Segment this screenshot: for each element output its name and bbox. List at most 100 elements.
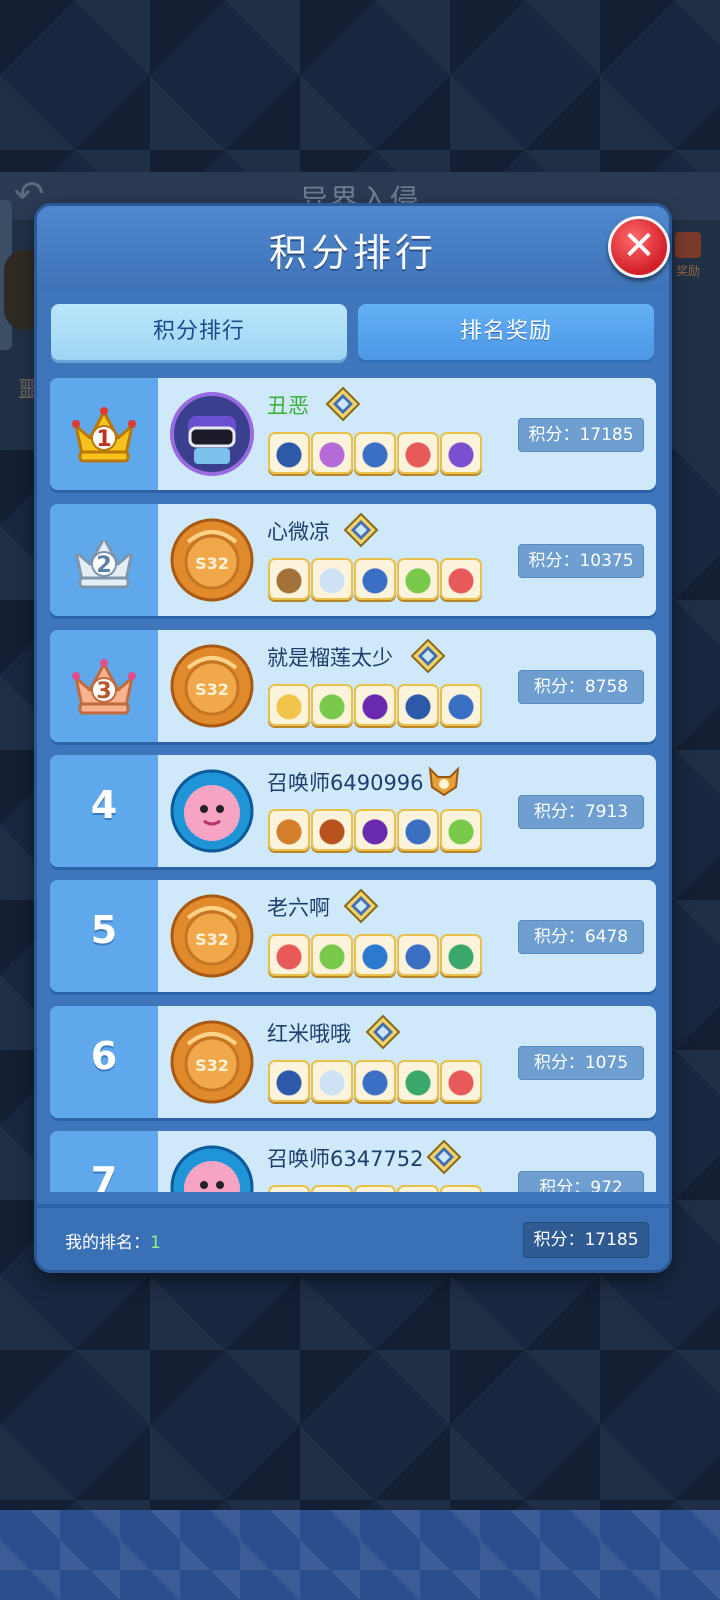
svg-text:S32: S32 (195, 1056, 229, 1075)
player-name: 心微凉 (267, 520, 330, 544)
close-button[interactable]: ✕ (608, 216, 670, 278)
heal-skill-icon[interactable] (311, 684, 353, 726)
ranking-row[interactable]: 6 S32 红米哦哦 积分：1075 (50, 1006, 656, 1118)
rank-cell: 4 (50, 755, 158, 867)
my-rank-label: 我的排名： (65, 1233, 150, 1253)
totem-skill-icon[interactable] (311, 809, 353, 851)
heal-skill-icon[interactable] (311, 934, 353, 976)
player-score: 积分：10375 (518, 544, 644, 578)
bronze-crown-icon: 3 (72, 659, 136, 715)
orb-skill-icon[interactable] (311, 1060, 353, 1102)
tab-score-ranking[interactable]: 积分排行 (51, 304, 347, 360)
rank-number: 1 (96, 427, 111, 452)
ranking-row[interactable]: 4 召唤师6490996 积分：7913 (50, 755, 656, 867)
snowflake-skill-icon[interactable] (397, 1060, 439, 1102)
player-score: 积分：8758 (518, 670, 644, 704)
player-name: 召唤师6490996 (267, 771, 424, 795)
magic-hat-skill-icon[interactable] (440, 432, 482, 474)
hat-skill-icon[interactable] (440, 1185, 482, 1192)
witch-skill-icon[interactable] (268, 1185, 310, 1192)
s32-medal-icon: S32 (170, 894, 254, 978)
witch-skill-icon[interactable] (311, 432, 353, 474)
snowflake-skill-icon[interactable] (440, 934, 482, 976)
player-score: 积分：6478 (518, 920, 644, 954)
ranking-row[interactable]: 1 丑恶积分：17185 (50, 378, 656, 490)
s32-medal-icon: S32 (170, 1020, 254, 1104)
ranking-row[interactable]: 3 S32 就是榴莲太少 积分：8758 (50, 630, 656, 742)
svg-text:S32: S32 (195, 930, 229, 949)
player-name: 老六啊 (267, 896, 330, 920)
diamond-badge-icon (343, 888, 379, 924)
gold-crown-icon: 1 (72, 407, 136, 463)
s32-medal-icon: S32 (170, 518, 254, 602)
ram-skill-icon[interactable] (268, 432, 310, 474)
svg-text:S32: S32 (195, 680, 229, 699)
crown-skill-icon[interactable] (311, 1185, 353, 1192)
hat-skill-icon[interactable] (397, 432, 439, 474)
visor-robot-icon (170, 392, 254, 476)
silver-crown-icon: 2 (72, 533, 136, 589)
background-reward-label: 奖励 (675, 264, 700, 278)
heal-skill-icon[interactable] (397, 558, 439, 600)
rank-number: 5 (90, 908, 118, 952)
rank-cell: 6 (50, 1006, 158, 1118)
diamond-badge-icon (426, 1139, 462, 1175)
ranking-row[interactable]: 7 召唤师6347752 积分：972 (50, 1131, 656, 1192)
rank-cell: 5 (50, 880, 158, 992)
frost-skill-icon[interactable] (311, 558, 353, 600)
s32-medal-icon: S32 (170, 644, 254, 728)
figure-skill-icon[interactable] (354, 432, 396, 474)
wave-skill-icon[interactable] (397, 684, 439, 726)
rank-cell: 3 (50, 630, 158, 742)
player-score: 积分：972 (518, 1171, 644, 1192)
rank-cell: 7 (50, 1131, 158, 1192)
heal-skill-icon[interactable] (397, 1185, 439, 1192)
svg-text:S32: S32 (195, 554, 229, 573)
slash-skill-icon[interactable] (354, 1185, 396, 1192)
figure-skill-icon[interactable] (397, 934, 439, 976)
modal-body: 积分排行 排名奖励 1 丑恶积分：17185 2 S32 心微凉积分：10375 3 S32… (37, 290, 669, 1270)
player-name: 丑恶 (267, 394, 309, 418)
ranking-row[interactable]: 2 S32 心微凉积分：10375 (50, 504, 656, 616)
statue-skill-icon[interactable] (268, 1060, 310, 1102)
figure-skill-icon[interactable] (440, 684, 482, 726)
bird-skill-icon[interactable] (354, 934, 396, 976)
modal-title: 积分排行 (268, 231, 437, 275)
background-reward-button: 奖励 (666, 232, 710, 288)
tab-rank-rewards[interactable]: 排名奖励 (358, 304, 654, 360)
rank-number: 4 (90, 783, 118, 827)
player-name: 红米哦哦 (267, 1022, 351, 1046)
figure-skill-icon[interactable] (354, 558, 396, 600)
heal-skill-icon[interactable] (440, 809, 482, 851)
rank-number: 6 (90, 1034, 118, 1078)
ranking-row[interactable]: 5 S32 老六啊积分：6478 (50, 880, 656, 992)
pink-blob-icon (170, 769, 254, 853)
my-rank: 我的排名：1 (65, 1228, 161, 1253)
slash-skill-icon[interactable] (354, 809, 396, 851)
diamond-badge-icon (365, 1014, 401, 1050)
diamond-badge-icon (343, 512, 379, 548)
rank-cell: 2 (50, 504, 158, 616)
player-score: 积分：7913 (518, 795, 644, 829)
reward-icon (675, 232, 701, 258)
rank-number: 7 (90, 1159, 118, 1192)
my-rank-value: 1 (150, 1233, 161, 1253)
rank-cell: 1 (50, 378, 158, 490)
crown-skill-icon[interactable] (268, 684, 310, 726)
figure-skill-icon[interactable] (354, 1060, 396, 1102)
potion-skill-icon[interactable] (268, 809, 310, 851)
tab-bar: 积分排行 排名奖励 (51, 304, 655, 362)
rank-number: 2 (96, 553, 111, 578)
hat-skill-icon[interactable] (440, 558, 482, 600)
hat-skill-icon[interactable] (268, 934, 310, 976)
player-score: 积分：17185 (518, 418, 644, 452)
ranking-modal: 积分排行 积分排行 排名奖励 1 丑恶积分：17185 2 S32 心微凉积分：1037… (37, 206, 669, 1270)
modal-header: 积分排行 (37, 206, 669, 290)
ranking-list[interactable]: 1 丑恶 积分：17185 2 S32 心微凉 积分：10375 3 S32 就是榴莲太少 积分：8… (50, 378, 656, 1192)
fox-badge-icon (428, 766, 460, 797)
diamond-badge-icon (325, 386, 361, 422)
figure-skill-icon[interactable] (397, 809, 439, 851)
slash-skill-icon[interactable] (354, 684, 396, 726)
bear-skill-icon[interactable] (268, 558, 310, 600)
hat-skill-icon[interactable] (440, 1060, 482, 1102)
